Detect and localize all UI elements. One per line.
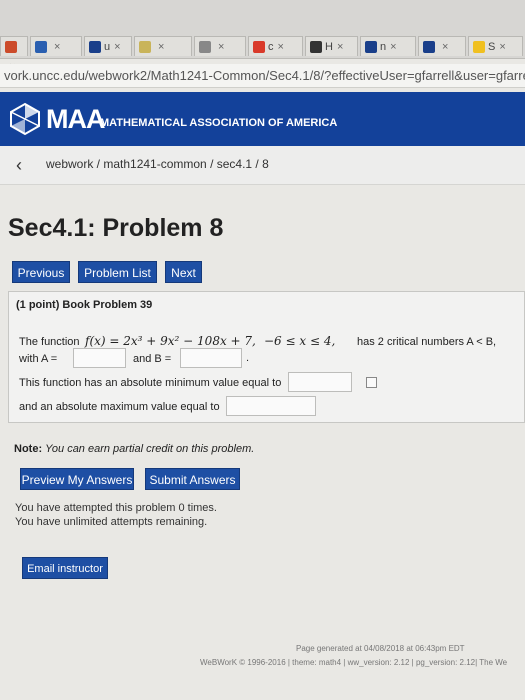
min-value-input[interactable] [288, 372, 352, 392]
problem-intro: The function [19, 336, 80, 348]
period-text: . [246, 352, 250, 364]
tab-favicon-icon [473, 41, 485, 54]
tab-favicon-icon [199, 41, 211, 54]
browser-tab[interactable]: H × [305, 36, 358, 56]
tab-label: S [488, 41, 496, 53]
function-expression: f(x) = 2x³ + 9x² − 108x + 7, [85, 334, 256, 348]
tab-close-icon[interactable]: × [337, 41, 343, 53]
attempts-count-text: You have attempted this problem 0 times. [15, 502, 217, 514]
domain-expression: −6 ≤ x ≤ 4, [264, 334, 336, 348]
back-chevron-icon[interactable]: ‹ [8, 154, 30, 176]
problem-list-button[interactable]: Problem List [78, 261, 157, 283]
submit-answers-button[interactable]: Submit Answers [145, 468, 240, 490]
tab-close-icon[interactable]: × [54, 41, 60, 53]
page-title: Sec4.1: Problem 8 [8, 214, 224, 242]
address-bar[interactable]: vork.uncc.edu/webwork2/Math1241-Common/S… [0, 64, 525, 88]
email-instructor-button[interactable]: Email instructor [22, 557, 108, 579]
browser-tab[interactable]: × [30, 36, 82, 56]
max-value-input[interactable] [226, 396, 316, 416]
browser-tab-bar: ××u×××c×H×n××S× [0, 0, 525, 73]
breadcrumb[interactable]: webwork / math1241-common / sec4.1 / 8 [46, 157, 269, 171]
tab-favicon-icon [253, 41, 265, 54]
answer-a-input[interactable] [73, 348, 126, 368]
tab-close-icon[interactable]: × [278, 41, 284, 53]
tab-label: u [104, 41, 111, 53]
equation-editor-icon[interactable] [366, 377, 377, 388]
tab-close-icon[interactable]: × [158, 41, 164, 53]
and-b-label: and B = [133, 353, 172, 365]
browser-tab[interactable]: c × [248, 36, 303, 56]
tab-close-icon[interactable]: × [218, 41, 224, 53]
tab-label: c [268, 41, 274, 53]
next-button[interactable]: Next [165, 261, 202, 283]
tab-close-icon[interactable]: × [442, 41, 448, 53]
previous-button[interactable]: Previous [12, 261, 70, 283]
min-value-label: This function has an absolute minimum va… [19, 377, 282, 389]
tab-favicon-icon [310, 41, 322, 54]
tab-close-icon[interactable]: × [499, 41, 505, 53]
browser-tab[interactable]: × [0, 36, 28, 73]
preview-answers-button[interactable]: Preview My Answers [20, 468, 134, 490]
footer-generated: Page generated at 04/08/2018 at 06:43pm … [296, 644, 465, 653]
problem-heading: (1 point) Book Problem 39 [16, 299, 153, 311]
browser-tab[interactable]: u × [84, 36, 132, 56]
maa-logo-icon [10, 102, 40, 136]
brand-tagline: MATHEMATICAL ASSOCIATION OF AMERICA [100, 117, 338, 129]
tab-favicon-icon [139, 41, 151, 54]
browser-tab[interactable]: × [194, 36, 246, 56]
tab-favicon-icon [423, 41, 435, 54]
tab-close-icon[interactable]: × [390, 41, 396, 53]
tab-favicon-icon [89, 41, 101, 54]
browser-tab[interactable]: × [418, 36, 466, 56]
tab-label: H [325, 41, 333, 53]
site-header: MAA MATHEMATICAL ASSOCIATION OF AMERICA [0, 92, 525, 146]
answer-b-input[interactable] [180, 348, 242, 368]
tab-favicon-icon [5, 41, 17, 54]
brand-name[interactable]: MAA [46, 104, 105, 135]
tab-favicon-icon [35, 41, 47, 54]
with-a-label: with A = [19, 353, 58, 365]
browser-tab[interactable]: S × [468, 36, 523, 56]
browser-tab[interactable]: n × [360, 36, 416, 56]
note-text: You can earn partial credit on this prob… [45, 443, 255, 455]
browser-tab[interactable]: × [134, 36, 192, 56]
breadcrumb-bar: ‹ webwork / math1241-common / sec4.1 / 8 [0, 146, 525, 185]
partial-credit-note: Note: You can earn partial credit on thi… [14, 443, 254, 455]
tab-favicon-icon [365, 41, 377, 54]
note-label: Note: [14, 443, 43, 455]
attempts-remaining-text: You have unlimited attempts remaining. [15, 516, 208, 528]
max-value-label: and an absolute maximum value equal to [19, 401, 220, 413]
critical-numbers-text: has 2 critical numbers A < B, [357, 336, 497, 348]
tab-label: n [380, 41, 387, 53]
tab-close-icon[interactable]: × [114, 41, 120, 53]
footer-copyright: WeBWorK © 1996-2016 | theme: math4 | ww_… [200, 658, 508, 667]
